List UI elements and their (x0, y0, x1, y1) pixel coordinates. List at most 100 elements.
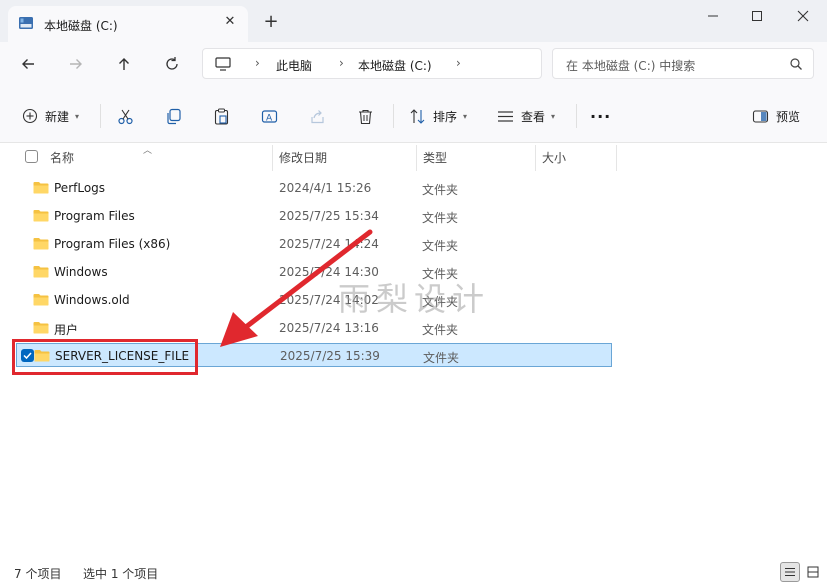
column-divider[interactable] (272, 145, 273, 171)
command-bar: 新建 ▾ A 排序 ▾ 查看 ▾ ··· 预览 (0, 88, 827, 143)
drive-icon (19, 17, 33, 29)
column-divider[interactable] (616, 145, 617, 171)
file-row[interactable]: 用户 2025/7/24 13:16 文件夹 (16, 316, 612, 340)
tab-local-disk[interactable]: 本地磁盘 (C:) ✕ (8, 6, 248, 42)
computer-icon (215, 57, 231, 71)
delete-button[interactable] (357, 104, 374, 128)
file-type: 文件夹 (422, 211, 459, 225)
file-name: Program Files (x86) (54, 237, 171, 251)
selected-count: 选中 1 个项目 (83, 567, 159, 581)
file-row[interactable]: Program Files (x86) 2025/7/24 14:24 文件夹 (16, 232, 612, 256)
folder-icon (33, 238, 49, 250)
file-row[interactable]: PerfLogs 2024/4/1 15:26 文件夹 (16, 176, 612, 200)
column-divider[interactable] (535, 145, 536, 171)
view-icon (498, 110, 513, 122)
paste-icon (214, 108, 229, 125)
new-label: 新建 (45, 109, 70, 124)
status-bar: 7 个项目 选中 1 个项目 (0, 560, 827, 584)
file-type: 文件夹 (422, 239, 459, 253)
watermark: 雨梨设计 (338, 280, 491, 318)
view-button[interactable]: 查看 ▾ (497, 104, 555, 128)
file-row[interactable]: Program Files 2025/7/25 15:34 文件夹 (16, 204, 612, 228)
file-modified: 2025/7/24 14:24 (279, 237, 379, 251)
view-label: 查看 (521, 109, 546, 124)
rename-icon: A (261, 109, 278, 123)
delete-icon (359, 109, 372, 124)
search-input[interactable]: 在 本地磁盘 (C:) 中搜索 (566, 57, 695, 74)
select-all-checkbox[interactable] (25, 150, 38, 163)
breadcrumb-this-pc[interactable]: 此电脑 (276, 57, 312, 74)
folder-icon (33, 322, 49, 334)
preview-icon (752, 109, 769, 123)
folder-icon (33, 210, 49, 222)
item-count: 7 个项目 (14, 567, 62, 581)
sort-button[interactable]: 排序 ▾ (409, 104, 467, 128)
share-icon (311, 109, 324, 123)
search-icon (790, 58, 802, 70)
back-icon (22, 59, 34, 69)
close-icon (797, 10, 809, 22)
close-window-button[interactable] (783, 0, 823, 32)
tiles-view-button[interactable] (803, 562, 823, 582)
tiles-view-icon (807, 566, 819, 578)
address-bar[interactable]: › 此电脑 › 本地磁盘 (C:) › (202, 48, 542, 79)
file-modified: 2025/7/25 15:34 (279, 209, 379, 223)
file-row[interactable]: Windows 2025/7/24 14:30 文件夹 (16, 260, 612, 284)
sort-ascending-icon: ︿ (143, 146, 153, 156)
up-icon (119, 58, 129, 70)
file-name: 用户 (54, 323, 79, 337)
refresh-icon (166, 57, 178, 70)
copy-button[interactable] (165, 104, 182, 128)
file-name: Program Files (54, 209, 135, 223)
sort-label: 排序 (433, 109, 458, 124)
column-modified[interactable]: 修改日期 (279, 149, 327, 166)
folder-icon (33, 266, 49, 278)
minimize-button[interactable] (693, 0, 733, 32)
file-row[interactable]: Windows.old 2025/7/24 14:02 文件夹 (16, 288, 612, 312)
column-size[interactable]: 大小 (542, 149, 566, 166)
file-name: Windows.old (54, 293, 130, 307)
tab-title: 本地磁盘 (C:) (44, 19, 118, 33)
chevron-down-icon: ▾ (75, 111, 80, 121)
back-button[interactable] (14, 50, 42, 78)
search-box[interactable]: 在 本地磁盘 (C:) 中搜索 (552, 48, 814, 79)
column-type[interactable]: 类型 (423, 149, 447, 166)
paste-button[interactable] (213, 104, 230, 128)
file-modified: 2025/7/25 15:39 (280, 349, 380, 363)
up-button[interactable] (110, 50, 138, 78)
new-button[interactable]: 新建 ▾ (22, 104, 79, 128)
breadcrumb-separator[interactable]: › (456, 56, 461, 70)
new-tab-button[interactable]: + (262, 13, 280, 31)
address-row: › 此电脑 › 本地磁盘 (C:) › 在 本地磁盘 (C:) 中搜索 (0, 42, 827, 88)
preview-button[interactable]: 预览 (752, 104, 800, 128)
breadcrumb-separator[interactable]: › (339, 56, 344, 70)
folder-icon (33, 294, 49, 306)
file-name: PerfLogs (54, 181, 106, 195)
column-divider[interactable] (416, 145, 417, 171)
maximize-button[interactable] (737, 0, 777, 32)
details-view-button[interactable] (780, 562, 800, 582)
breadcrumb-local-disk[interactable]: 本地磁盘 (C:) (358, 57, 432, 74)
file-type: 文件夹 (422, 323, 459, 337)
share-button[interactable] (309, 104, 326, 128)
forward-icon (70, 59, 82, 69)
file-type: 文件夹 (423, 351, 460, 365)
annotation-box (12, 339, 198, 375)
file-type: 文件夹 (422, 183, 459, 197)
more-options-button[interactable]: ··· (590, 104, 611, 128)
close-tab-button[interactable]: ✕ (222, 14, 238, 30)
divider (393, 104, 394, 128)
preview-label: 预览 (776, 109, 801, 124)
file-modified: 2025/7/24 13:16 (279, 321, 379, 335)
chevron-down-icon: ▾ (463, 111, 468, 121)
column-name[interactable]: 名称 (50, 149, 74, 166)
minimize-icon (708, 15, 718, 17)
cut-button[interactable] (117, 104, 134, 128)
forward-button[interactable] (62, 50, 90, 78)
refresh-button[interactable] (158, 50, 186, 78)
svg-text:A: A (266, 113, 273, 123)
file-name: Windows (54, 265, 108, 279)
breadcrumb-separator[interactable]: › (255, 56, 260, 70)
new-icon (22, 108, 38, 124)
rename-button[interactable]: A (261, 104, 278, 128)
